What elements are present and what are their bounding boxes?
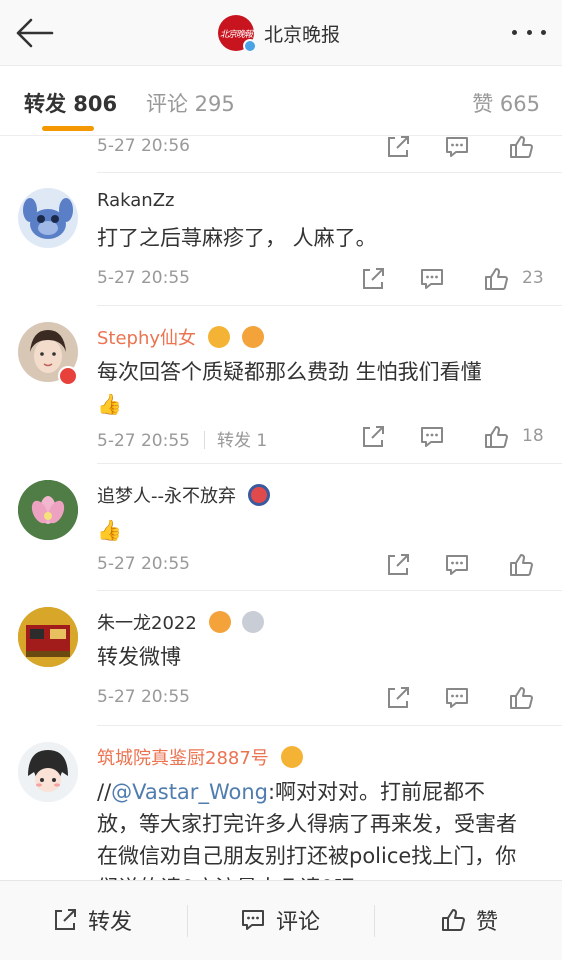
tab-comment[interactable]: 评论 295: [146, 88, 235, 118]
back-arrow-icon[interactable]: [14, 16, 54, 50]
comment-icon: [242, 910, 264, 930]
post-time: 5-27 20:56: [97, 136, 190, 156]
share-icon[interactable]: [385, 136, 411, 160]
share-icon[interactable]: [360, 266, 386, 292]
account-avatar-text: 北京晚報: [219, 29, 253, 40]
post-text-content: 每次回答个质疑都那么费劲 生怕我们看懂: [97, 360, 482, 384]
comment-label: 评论: [276, 910, 321, 935]
avatar-image: [18, 480, 78, 540]
comment-icon[interactable]: [444, 136, 470, 160]
like-icon[interactable]: [508, 136, 534, 160]
list-item[interactable]: 朱一龙2022 转发微博 5-27 20:55: [0, 591, 562, 726]
user-avatar[interactable]: [18, 188, 78, 248]
verified-badge-icon: [243, 39, 257, 53]
thumbs-up-emoji: 👍: [97, 518, 122, 542]
comment-icon[interactable]: [419, 266, 445, 292]
like-count: 18: [522, 426, 544, 446]
comment-icon[interactable]: [444, 685, 470, 711]
share-icon[interactable]: [385, 552, 411, 578]
thumbs-up-emoji: 👍: [97, 392, 122, 416]
user-name[interactable]: 朱一龙2022: [97, 609, 265, 635]
user-name-text: 追梦人--永不放弃: [97, 486, 236, 507]
repost-list[interactable]: 5-27 20:56 RakanZz 打了之后荨麻疹了， 人麻了。 5-27 2…: [0, 136, 562, 880]
post-text: 打了之后荨麻疹了， 人麻了。: [97, 226, 377, 250]
post-text: 👍: [97, 514, 547, 546]
list-item[interactable]: Stephy仙女 每次回答个质疑都那么费劲 生怕我们看懂 👍 5-27 20:5…: [0, 306, 562, 464]
post-text: 转发微博: [97, 645, 181, 669]
post-text-prefix: //: [97, 780, 112, 804]
post-time: 5-27 20:55: [97, 268, 190, 288]
share-icon: [55, 909, 76, 930]
user-avatar[interactable]: [18, 742, 78, 802]
repost-button[interactable]: 转发: [52, 905, 132, 935]
list-item: 5-27 20:56: [0, 136, 562, 173]
user-name[interactable]: Stephy仙女: [97, 324, 264, 350]
medal-badge-icon: [242, 611, 265, 633]
comment-button[interactable]: 评论: [240, 905, 320, 935]
avatar-image: [18, 742, 78, 802]
crown-badge-icon: [207, 326, 230, 348]
user-avatar[interactable]: [18, 480, 78, 540]
tab-repost[interactable]: 转发 806: [24, 88, 117, 118]
post-time: 5-27 20:55: [97, 554, 190, 574]
divider: [374, 905, 375, 937]
eye-badge-icon: [247, 484, 270, 506]
account-name[interactable]: 北京晚报: [264, 20, 340, 47]
repost-label: 转发: [88, 910, 133, 935]
meta-divider: [203, 431, 205, 449]
share-icon[interactable]: [385, 685, 411, 711]
user-avatar[interactable]: [18, 607, 78, 667]
more-options-icon[interactable]: [512, 22, 546, 42]
list-item[interactable]: 追梦人--永不放弃 👍 5-27 20:55: [0, 464, 562, 591]
like-label: 赞: [476, 910, 499, 935]
post-text: //@Vastar_Wong:啊对对对。打前屁都不放，等大家打完许多人得病了再来…: [97, 776, 527, 880]
like-icon[interactable]: [508, 685, 534, 711]
repost-count[interactable]: 转发 1: [217, 431, 267, 451]
fish-badge-icon: [241, 326, 264, 348]
like-count: 23: [522, 268, 544, 288]
active-tab-indicator: [42, 126, 94, 131]
user-name[interactable]: 筑城院真鉴厨2887号: [97, 744, 303, 770]
avatar-image: [23, 198, 73, 239]
like-icon[interactable]: [508, 552, 534, 578]
user-name-text: Stephy仙女: [97, 328, 197, 349]
comment-icon[interactable]: [444, 552, 470, 578]
account-avatar[interactable]: 北京晚報: [218, 15, 257, 53]
list-item[interactable]: RakanZz 打了之后荨麻疹了， 人麻了。 5-27 20:55 23: [0, 172, 562, 306]
crown-badge-icon: [280, 746, 303, 768]
divider: [187, 905, 188, 937]
like-button[interactable]: 赞: [440, 905, 498, 935]
like-icon[interactable]: [483, 266, 509, 292]
post-time: 5-27 20:55: [97, 687, 190, 707]
tab-like[interactable]: 赞 665: [472, 88, 540, 118]
fish-badge-icon: [208, 611, 231, 633]
user-name-text: 朱一龙2022: [97, 613, 197, 634]
user-name[interactable]: RakanZz: [97, 190, 174, 211]
user-name[interactable]: 追梦人--永不放弃: [97, 482, 270, 508]
account-header[interactable]: 北京晚報 北京晚报: [218, 14, 340, 53]
share-icon[interactable]: [360, 424, 386, 450]
top-bar: 北京晚報 北京晚报: [0, 0, 562, 66]
like-icon: [442, 909, 465, 931]
post-meta: 5-27 20:55 转发 1: [97, 426, 267, 451]
vip-badge-icon: [58, 366, 78, 386]
bottom-action-bar: 转发 评论 赞: [0, 880, 562, 960]
post-time: 5-27 20:55: [97, 431, 190, 451]
comment-icon[interactable]: [419, 424, 445, 450]
user-mention-link[interactable]: @Vastar_Wong: [111, 780, 268, 804]
tab-bar: 转发 806 评论 295 赞 665: [0, 66, 562, 136]
avatar-image: [18, 607, 78, 667]
like-icon[interactable]: [483, 424, 509, 450]
post-text: 每次回答个质疑都那么费劲 生怕我们看懂 👍: [97, 356, 547, 420]
list-item[interactable]: 筑城院真鉴厨2887号 //@Vastar_Wong:啊对对对。打前屁都不放，等…: [0, 726, 562, 880]
user-name-text: 筑城院真鉴厨2887号: [97, 748, 269, 769]
